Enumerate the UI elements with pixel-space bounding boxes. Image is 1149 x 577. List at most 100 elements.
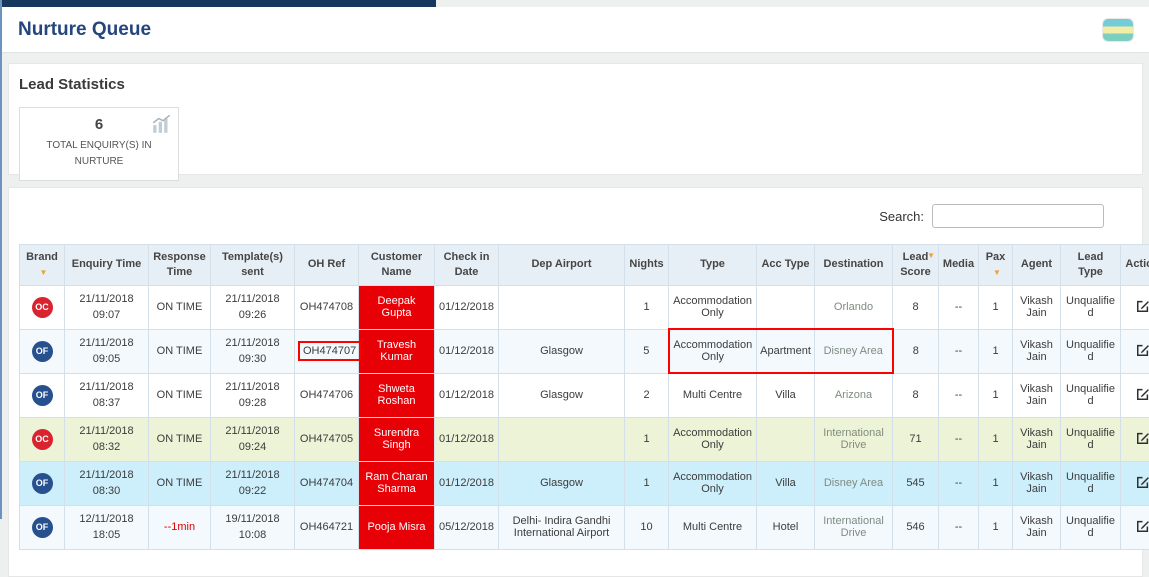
cell-type: Multi Centre [669, 373, 757, 417]
table-row[interactable]: OF12/11/2018 18:05--1min19/11/2018 10:08… [20, 505, 1149, 549]
enquiry-count-label: TOTAL ENQUIRY(S) IN NURTURE [26, 138, 172, 170]
edit-icon[interactable] [1136, 343, 1149, 357]
cell-media: -- [939, 417, 979, 461]
cell-pax: 1 [979, 417, 1013, 461]
column-label: Template(s) sent [222, 251, 283, 278]
table-row[interactable]: OF21/11/2018 08:30ON TIME21/11/2018 09:2… [20, 461, 1149, 505]
edit-icon[interactable] [1136, 299, 1149, 313]
annotation-box: OH474707 [298, 341, 361, 361]
search-input[interactable] [932, 204, 1104, 228]
cell-templates-sent: 21/11/2018 09:24 [211, 417, 295, 461]
cell-nights: 1 [625, 285, 669, 329]
page-header: Nurture Queue [2, 7, 1149, 53]
column-header-destination[interactable]: Destination [815, 245, 893, 286]
column-header-action[interactable]: Action [1121, 245, 1149, 286]
cell-lead-score: 8 [893, 329, 939, 373]
cell-response-time: ON TIME [149, 329, 211, 373]
cell-brand: OF [20, 505, 65, 549]
edit-icon[interactable] [1136, 519, 1149, 533]
column-header-response-time[interactable]: Response Time [149, 245, 211, 286]
cell-media: -- [939, 329, 979, 373]
table-row[interactable]: OF21/11/2018 08:37ON TIME21/11/2018 09:2… [20, 373, 1149, 417]
cell-action [1121, 329, 1149, 373]
cell-agent: Vikash Jain [1013, 373, 1061, 417]
cell-type: Accommodation Only [669, 285, 757, 329]
cell-brand: OC [20, 417, 65, 461]
cell-type: Accommodation Only [669, 461, 757, 505]
column-label: Agent [1021, 258, 1052, 270]
cell-media: -- [939, 505, 979, 549]
column-header-nights[interactable]: Nights [625, 245, 669, 286]
cell-oh-ref: OH474705 [295, 417, 359, 461]
table-row[interactable]: OC21/11/2018 08:32ON TIME21/11/2018 09:2… [20, 417, 1149, 461]
cell-check-in-date: 01/12/2018 [435, 417, 499, 461]
cell-response-time: ON TIME [149, 461, 211, 505]
cell-oh-ref: OH474708 [295, 285, 359, 329]
cell-templates-sent: 21/11/2018 09:28 [211, 373, 295, 417]
cell-action [1121, 417, 1149, 461]
cell-lead-type: Unqualified [1061, 505, 1121, 549]
column-header-type[interactable]: Type [669, 245, 757, 286]
cell-destination: Orlando [815, 285, 893, 329]
edit-icon[interactable] [1136, 431, 1149, 445]
cell-lead-type: Unqualified [1061, 417, 1121, 461]
cell-lead-type: Unqualified [1061, 329, 1121, 373]
column-header-lead-score[interactable]: Lead Score▼ [893, 245, 939, 286]
cell-destination: Arizona [815, 373, 893, 417]
cell-brand: OF [20, 329, 65, 373]
search-label: Search: [879, 209, 924, 224]
brand-logo-icon[interactable] [1103, 19, 1133, 41]
column-header-lead-type[interactable]: Lead Type [1061, 245, 1121, 286]
cell-customer-name: Ram Charan Sharma [359, 461, 435, 505]
cell-dep-airport: Delhi- Indira Gandhi International Airpo… [499, 505, 625, 549]
cell-lead-type: Unqualified [1061, 285, 1121, 329]
edit-icon[interactable] [1136, 387, 1149, 401]
sort-arrow-icon: ▼ [993, 268, 1001, 277]
column-header-enquiry-time[interactable]: Enquiry Time [65, 245, 149, 286]
search-row: Search: [19, 204, 1104, 228]
cell-lead-score: 546 [893, 505, 939, 549]
column-header-templates-sent[interactable]: Template(s) sent [211, 245, 295, 286]
cell-check-in-date: 01/12/2018 [435, 329, 499, 373]
column-header-oh-ref[interactable]: OH Ref [295, 245, 359, 286]
cell-action [1121, 373, 1149, 417]
brand-badge: OF [32, 473, 53, 494]
cell-lead-score: 71 [893, 417, 939, 461]
column-label: Acc Type [761, 258, 809, 270]
column-header-customer-name[interactable]: Customer Name [359, 245, 435, 286]
column-label: Brand [26, 251, 58, 263]
column-header-acc-type[interactable]: Acc Type [757, 245, 815, 286]
cell-enquiry-time: 21/11/2018 08:32 [65, 417, 149, 461]
cell-lead-score: 8 [893, 373, 939, 417]
table-row[interactable]: OC21/11/2018 09:07ON TIME21/11/2018 09:2… [20, 285, 1149, 329]
total-enquiries-card[interactable]: 6 TOTAL ENQUIRY(S) IN NURTURE [19, 107, 179, 181]
cell-nights: 10 [625, 505, 669, 549]
column-header-agent[interactable]: Agent [1013, 245, 1061, 286]
main-content: Lead Statistics 6 TOTAL ENQUIRY(S) IN NU… [2, 53, 1149, 577]
cell-agent: Vikash Jain [1013, 505, 1061, 549]
column-label: Pax [986, 251, 1006, 263]
cell-media: -- [939, 285, 979, 329]
cell-agent: Vikash Jain [1013, 417, 1061, 461]
column-header-check-in-date[interactable]: Check in Date [435, 245, 499, 286]
column-label: Lead Type [1078, 251, 1104, 278]
cell-type: Multi Centre [669, 505, 757, 549]
column-header-pax[interactable]: Pax ▼ [979, 245, 1013, 286]
column-header-dep-airport[interactable]: Dep Airport [499, 245, 625, 286]
cell-check-in-date: 05/12/2018 [435, 505, 499, 549]
brand-badge: OC [32, 429, 53, 450]
column-label: Destination [824, 258, 884, 270]
edit-icon[interactable] [1136, 475, 1149, 489]
column-label: Check in Date [444, 251, 490, 278]
cell-customer-name: Deepak Gupta [359, 285, 435, 329]
column-header-brand[interactable]: Brand ▼ [20, 245, 65, 286]
column-header-media[interactable]: Media [939, 245, 979, 286]
sort-arrow-icon: ▼ [40, 268, 48, 277]
cell-pax: 1 [979, 505, 1013, 549]
table-row[interactable]: OF21/11/2018 09:05ON TIME21/11/2018 09:3… [20, 329, 1149, 373]
cell-brand: OF [20, 373, 65, 417]
cell-type: Accommodation Only [669, 329, 757, 373]
cell-nights: 1 [625, 461, 669, 505]
cell-customer-name: Travesh Kumar [359, 329, 435, 373]
cell-dep-airport [499, 417, 625, 461]
